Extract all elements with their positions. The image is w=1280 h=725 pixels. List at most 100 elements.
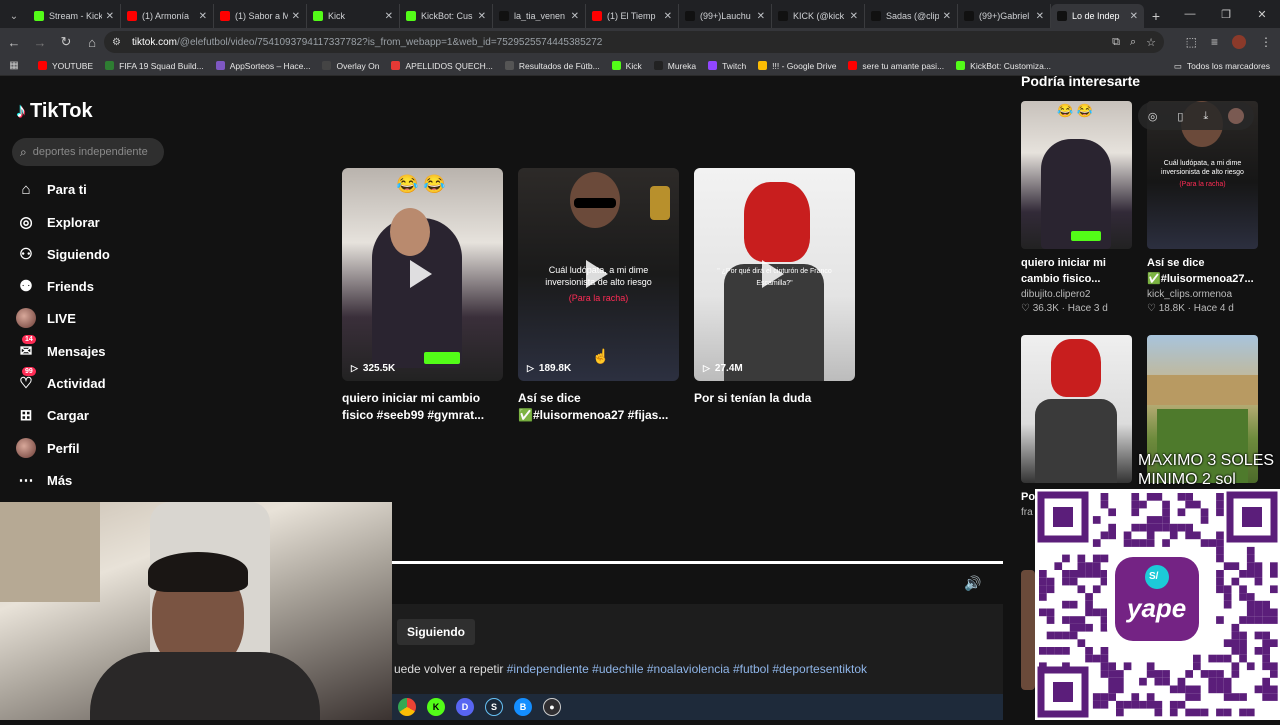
battlenet-icon[interactable]: B — [514, 698, 532, 716]
bookmark-item[interactable]: KickBot: Customiza... — [956, 61, 1051, 71]
apps-grid-icon[interactable]: ▦ — [0, 60, 28, 71]
back-icon[interactable]: ← — [2, 30, 26, 54]
phone-icon[interactable]: ▯ — [1177, 110, 1183, 123]
tab-close-icon[interactable]: ✕ — [292, 11, 300, 22]
tab-close-icon[interactable]: ✕ — [106, 11, 114, 22]
bookmark-item[interactable]: Overlay On — [322, 61, 379, 71]
sidebar-item-cargar[interactable]: ⊞ Cargar — [16, 405, 89, 425]
video-thumbnail[interactable]: " ¿Por qué dirá el cinturón de Franco Es… — [694, 168, 855, 381]
video-thumbnail[interactable]: Cuál ludópata, a mi dime inversionista d… — [518, 168, 679, 381]
sidebar-item-mensajes[interactable]: ✉ 14 Mensajes — [16, 335, 106, 361]
tab-close-icon[interactable]: ✕ — [757, 11, 765, 22]
video-card[interactable]: 😂 😂 ▷ 325.5K quiero iniciar mi cambio fis… — [342, 168, 503, 424]
reload-icon[interactable]: ↻ — [54, 30, 78, 54]
bookmark-item[interactable]: Mureka — [653, 61, 696, 71]
address-bar[interactable]: ⚙ tiktok.com/@elefutbol/video/7541093794… — [104, 31, 1164, 53]
hashtag-link[interactable]: #noalaviolencia — [647, 662, 730, 676]
hashtag-link[interactable]: #udechile — [592, 662, 643, 676]
recommended-title[interactable]: quiero iniciar mi cambio fisico... — [1021, 255, 1132, 287]
tab-close-icon[interactable]: ✕ — [850, 11, 858, 22]
minimize-icon[interactable]: — — [1172, 0, 1208, 28]
chrome-icon[interactable] — [398, 698, 416, 716]
sidebar-item-actividad[interactable]: ♡ 99 Actividad — [16, 367, 106, 393]
tab-close-icon[interactable]: ✕ — [1036, 11, 1044, 22]
search-input[interactable]: ⌕ deportes independiente — [12, 138, 164, 166]
browser-tab[interactable]: Lo de Indep ✕ — [1051, 4, 1144, 28]
video-caption[interactable]: quiero iniciar mi cambio fisico #seeb99 … — [342, 390, 503, 424]
download-icon[interactable]: ⤓ — [1203, 110, 1208, 123]
bookmark-item[interactable]: !!! - Google Drive — [758, 61, 836, 71]
forward-icon[interactable]: → — [28, 30, 52, 54]
recommended-title[interactable]: Así se dice ✅#luisormenoa27... — [1147, 255, 1258, 287]
tab-close-icon[interactable]: ✕ — [1130, 11, 1138, 22]
tab-close-icon[interactable]: ✕ — [385, 11, 393, 22]
sidebar-item-explorar[interactable]: ◎ Explorar — [16, 212, 99, 232]
new-tab-button[interactable]: + — [1144, 4, 1168, 28]
sidebar-item-para-ti[interactable]: ⌂ Para ti — [16, 179, 86, 199]
browser-tab[interactable]: KICK (@kick ✕ — [772, 4, 865, 28]
close-window-icon[interactable]: ✕ — [1244, 0, 1280, 28]
bookmark-star-icon[interactable]: ☆ — [1146, 36, 1156, 49]
tab-close-icon[interactable]: ✕ — [571, 11, 579, 22]
bookmark-item[interactable]: APELLIDOS QUECH... — [391, 61, 493, 71]
sidebar-item-siguiendo[interactable]: ⚇ Siguiendo — [16, 244, 110, 264]
obs-icon[interactable]: ● — [543, 698, 561, 716]
recommended-card[interactable]: 😂 😂 quiero iniciar mi cambio fisico... d… — [1021, 101, 1132, 314]
video-thumbnail[interactable]: 😂 😂 ▷ 325.5K — [342, 168, 503, 381]
sidebar-item-live[interactable]: LIVE — [16, 308, 76, 328]
browser-tab[interactable]: (99+)Gabriel ✕ — [958, 4, 1051, 28]
extensions-icon[interactable]: ⬚ — [1186, 35, 1197, 49]
tab-close-icon[interactable]: ✕ — [199, 11, 207, 22]
all-bookmarks-button[interactable]: ▭ Todos los marcadores — [1174, 56, 1270, 76]
home-browser-icon[interactable]: ⌂ — [80, 30, 104, 54]
video-card[interactable]: Cuál ludópata, a mi dime inversionista d… — [518, 168, 679, 424]
browser-tab[interactable]: (1) Sabor a M ✕ — [214, 4, 307, 28]
sidebar-item-perfil[interactable]: Perfil — [16, 438, 80, 458]
sidebar-item-más[interactable]: ⋯ Más — [16, 470, 73, 490]
tab-close-icon[interactable]: ✕ — [943, 11, 951, 22]
bookmark-item[interactable]: FIFA 19 Squad Build... — [105, 61, 204, 71]
browser-tab[interactable]: Kick ✕ — [307, 4, 400, 28]
video-caption[interactable]: Por si tenían la duda — [694, 390, 855, 407]
hashtag-link[interactable]: #futbol — [733, 662, 769, 676]
browser-tab[interactable]: la_tia_venen ✕ — [493, 4, 586, 28]
recommended-username[interactable]: kick_clips.ormenoa — [1147, 289, 1258, 300]
media-control-icon[interactable]: ≡ — [1211, 35, 1218, 49]
recommended-username[interactable]: dibujito.clipero2 — [1021, 289, 1132, 300]
restore-icon[interactable]: ❐ — [1208, 0, 1244, 28]
video-progress-bar[interactable] — [392, 561, 1003, 564]
bookmark-item[interactable]: YOUTUBE — [38, 61, 93, 71]
bookmark-item[interactable]: Kick — [611, 61, 642, 71]
bookmark-item[interactable]: sere tu amante pasi... — [848, 61, 944, 71]
recommended-thumbnail-partial[interactable] — [1021, 570, 1035, 690]
volume-icon[interactable]: 🔊 — [964, 575, 981, 592]
install-app-icon[interactable]: ⧉ — [1112, 36, 1120, 49]
browser-tab[interactable]: Stream - Kick ✕ — [28, 4, 121, 28]
bookmark-item[interactable]: AppSorteos – Hace... — [215, 61, 310, 71]
browser-tab[interactable]: Sadas (@clip ✕ — [865, 4, 958, 28]
steam-icon[interactable]: S — [485, 698, 503, 716]
browser-tab[interactable]: (1) Armonía ✕ — [121, 4, 214, 28]
kick-app-icon[interactable]: K — [427, 698, 445, 716]
site-info-icon[interactable]: ⚙ — [112, 37, 128, 48]
browser-menu-icon[interactable]: ⋮ — [1260, 35, 1272, 49]
compass-icon[interactable]: ◎ — [1148, 110, 1158, 123]
tiktok-logo[interactable]: ♪ TikTok — [16, 100, 93, 123]
bookmark-item[interactable]: Twitch — [708, 61, 746, 71]
recommended-thumbnail[interactable] — [1021, 335, 1132, 483]
video-card[interactable]: " ¿Por qué dirá el cinturón de Franco Es… — [694, 168, 855, 407]
hashtag-link[interactable]: #deportesentiktok — [772, 662, 867, 676]
discord-icon[interactable]: D — [456, 698, 474, 716]
tab-close-icon[interactable]: ✕ — [664, 11, 672, 22]
browser-tab[interactable]: KickBot: Cus ✕ — [400, 4, 493, 28]
tab-close-icon[interactable]: ✕ — [478, 11, 486, 22]
bookmark-item[interactable]: Resultados de Fútb... — [504, 61, 600, 71]
browser-tab[interactable]: (1) El Tiemp ✕ — [586, 4, 679, 28]
zoom-icon[interactable]: ⌕ — [1130, 36, 1136, 49]
hashtag-link[interactable]: #independiente — [507, 662, 589, 676]
browser-tab[interactable]: (99+)Lauchu ✕ — [679, 4, 772, 28]
tab-search-icon[interactable]: ⌄ — [0, 4, 28, 28]
user-avatar[interactable] — [1228, 108, 1245, 124]
recommended-thumbnail[interactable]: 😂 😂 — [1021, 101, 1132, 249]
video-caption[interactable]: Así se dice ✅#luisormenoa27 #fijas... — [518, 390, 679, 424]
